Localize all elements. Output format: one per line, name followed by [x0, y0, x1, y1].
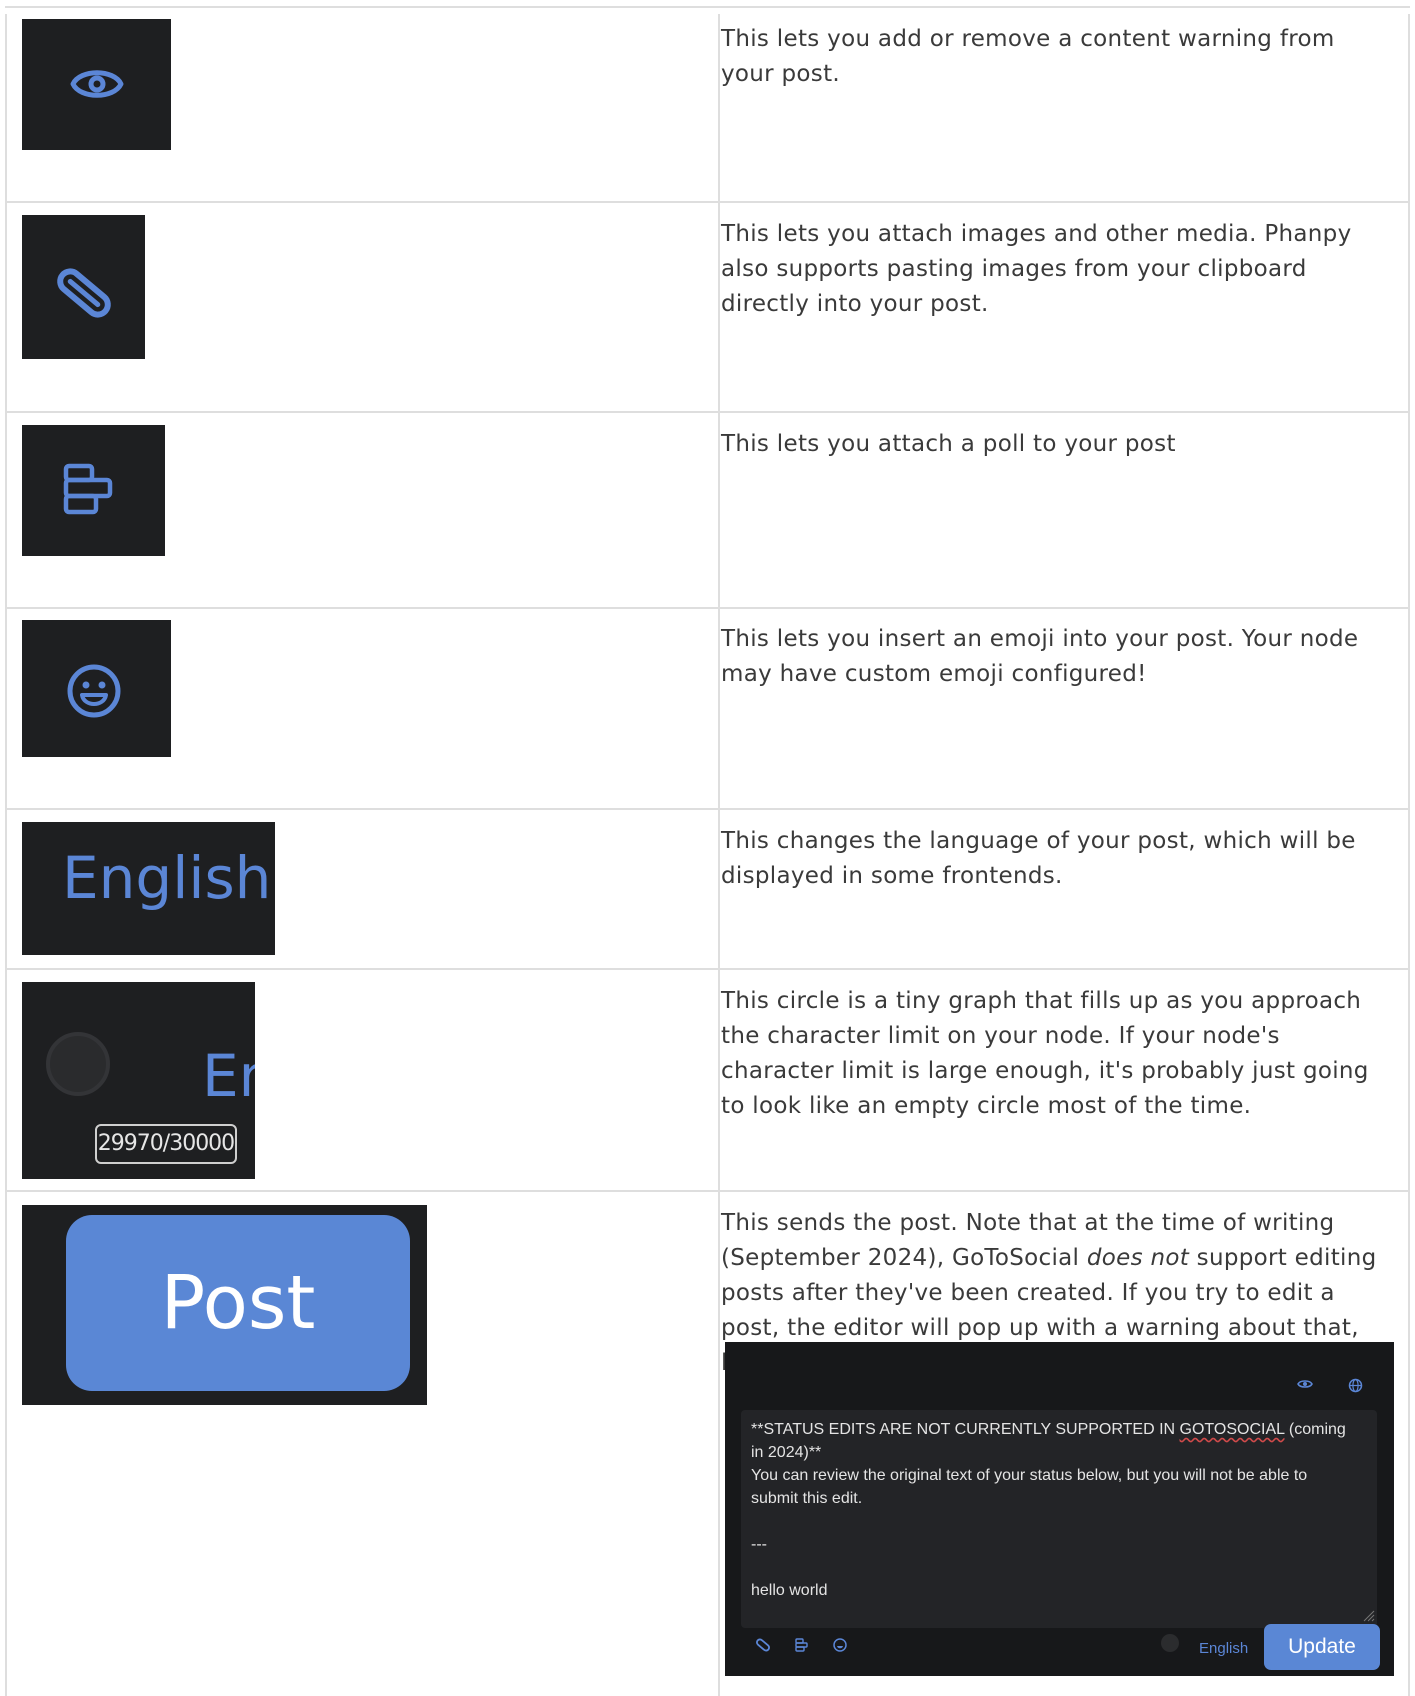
eye-icon	[70, 70, 124, 98]
language-selector: English	[1199, 1640, 1249, 1657]
editor-warning-screenshot: **STATUS EDITS ARE NOT CURRENTLY SUPPORT…	[725, 1342, 1394, 1676]
editor-line: hello world	[751, 1582, 828, 1599]
misspelled-word: GOTOSOCIAL	[1179, 1421, 1285, 1438]
editor-content: **STATUS EDITS ARE NOT CURRENTLY SUPPORT…	[751, 1418, 1351, 1602]
row-description: This circle is a tiny graph that fills u…	[721, 988, 1369, 1119]
editor-line: ---	[751, 1536, 767, 1553]
language-label: English	[62, 844, 272, 912]
emoji-icon	[833, 1638, 847, 1652]
character-counter-image: En 29970/30000	[22, 982, 255, 1179]
post-button-image: Post	[22, 1205, 427, 1405]
emoji-icon-image	[22, 620, 171, 757]
description-emphasis: does not	[1086, 1245, 1190, 1271]
update-button: Update	[1264, 1624, 1380, 1670]
resize-grip-icon	[1363, 1610, 1375, 1622]
eye-icon	[1297, 1380, 1313, 1388]
paperclip-icon	[57, 268, 111, 318]
character-count-tooltip: 29970/30000	[95, 1124, 237, 1164]
paperclip-icon-image	[22, 215, 145, 359]
row-description: This lets you insert an emoji into your …	[721, 626, 1359, 687]
row-description: This lets you attach a poll to your post	[721, 431, 1176, 457]
row-description: This lets you attach images and other me…	[721, 221, 1352, 317]
emoji-icon	[67, 664, 121, 718]
language-selector-image: English	[22, 822, 275, 955]
language-label-partial: En	[202, 1042, 255, 1110]
character-limit-ring	[46, 1032, 110, 1096]
globe-icon	[1348, 1378, 1363, 1393]
poll-icon	[795, 1638, 808, 1652]
poll-icon	[63, 463, 113, 515]
post-button: Post	[66, 1215, 410, 1391]
editor-line: **STATUS EDITS ARE NOT CURRENTLY SUPPORT…	[751, 1421, 1180, 1438]
status-editor: **STATUS EDITS ARE NOT CURRENTLY SUPPORT…	[741, 1410, 1377, 1628]
row-description: This lets you add or remove a content wa…	[721, 26, 1335, 87]
character-limit-ring	[1161, 1634, 1179, 1652]
row-description: This changes the language of your post, …	[721, 828, 1356, 889]
editor-line: You can review the original text of your…	[751, 1467, 1312, 1507]
paperclip-icon	[756, 1638, 770, 1652]
eye-icon-image	[22, 19, 171, 150]
poll-icon-image	[22, 425, 165, 556]
